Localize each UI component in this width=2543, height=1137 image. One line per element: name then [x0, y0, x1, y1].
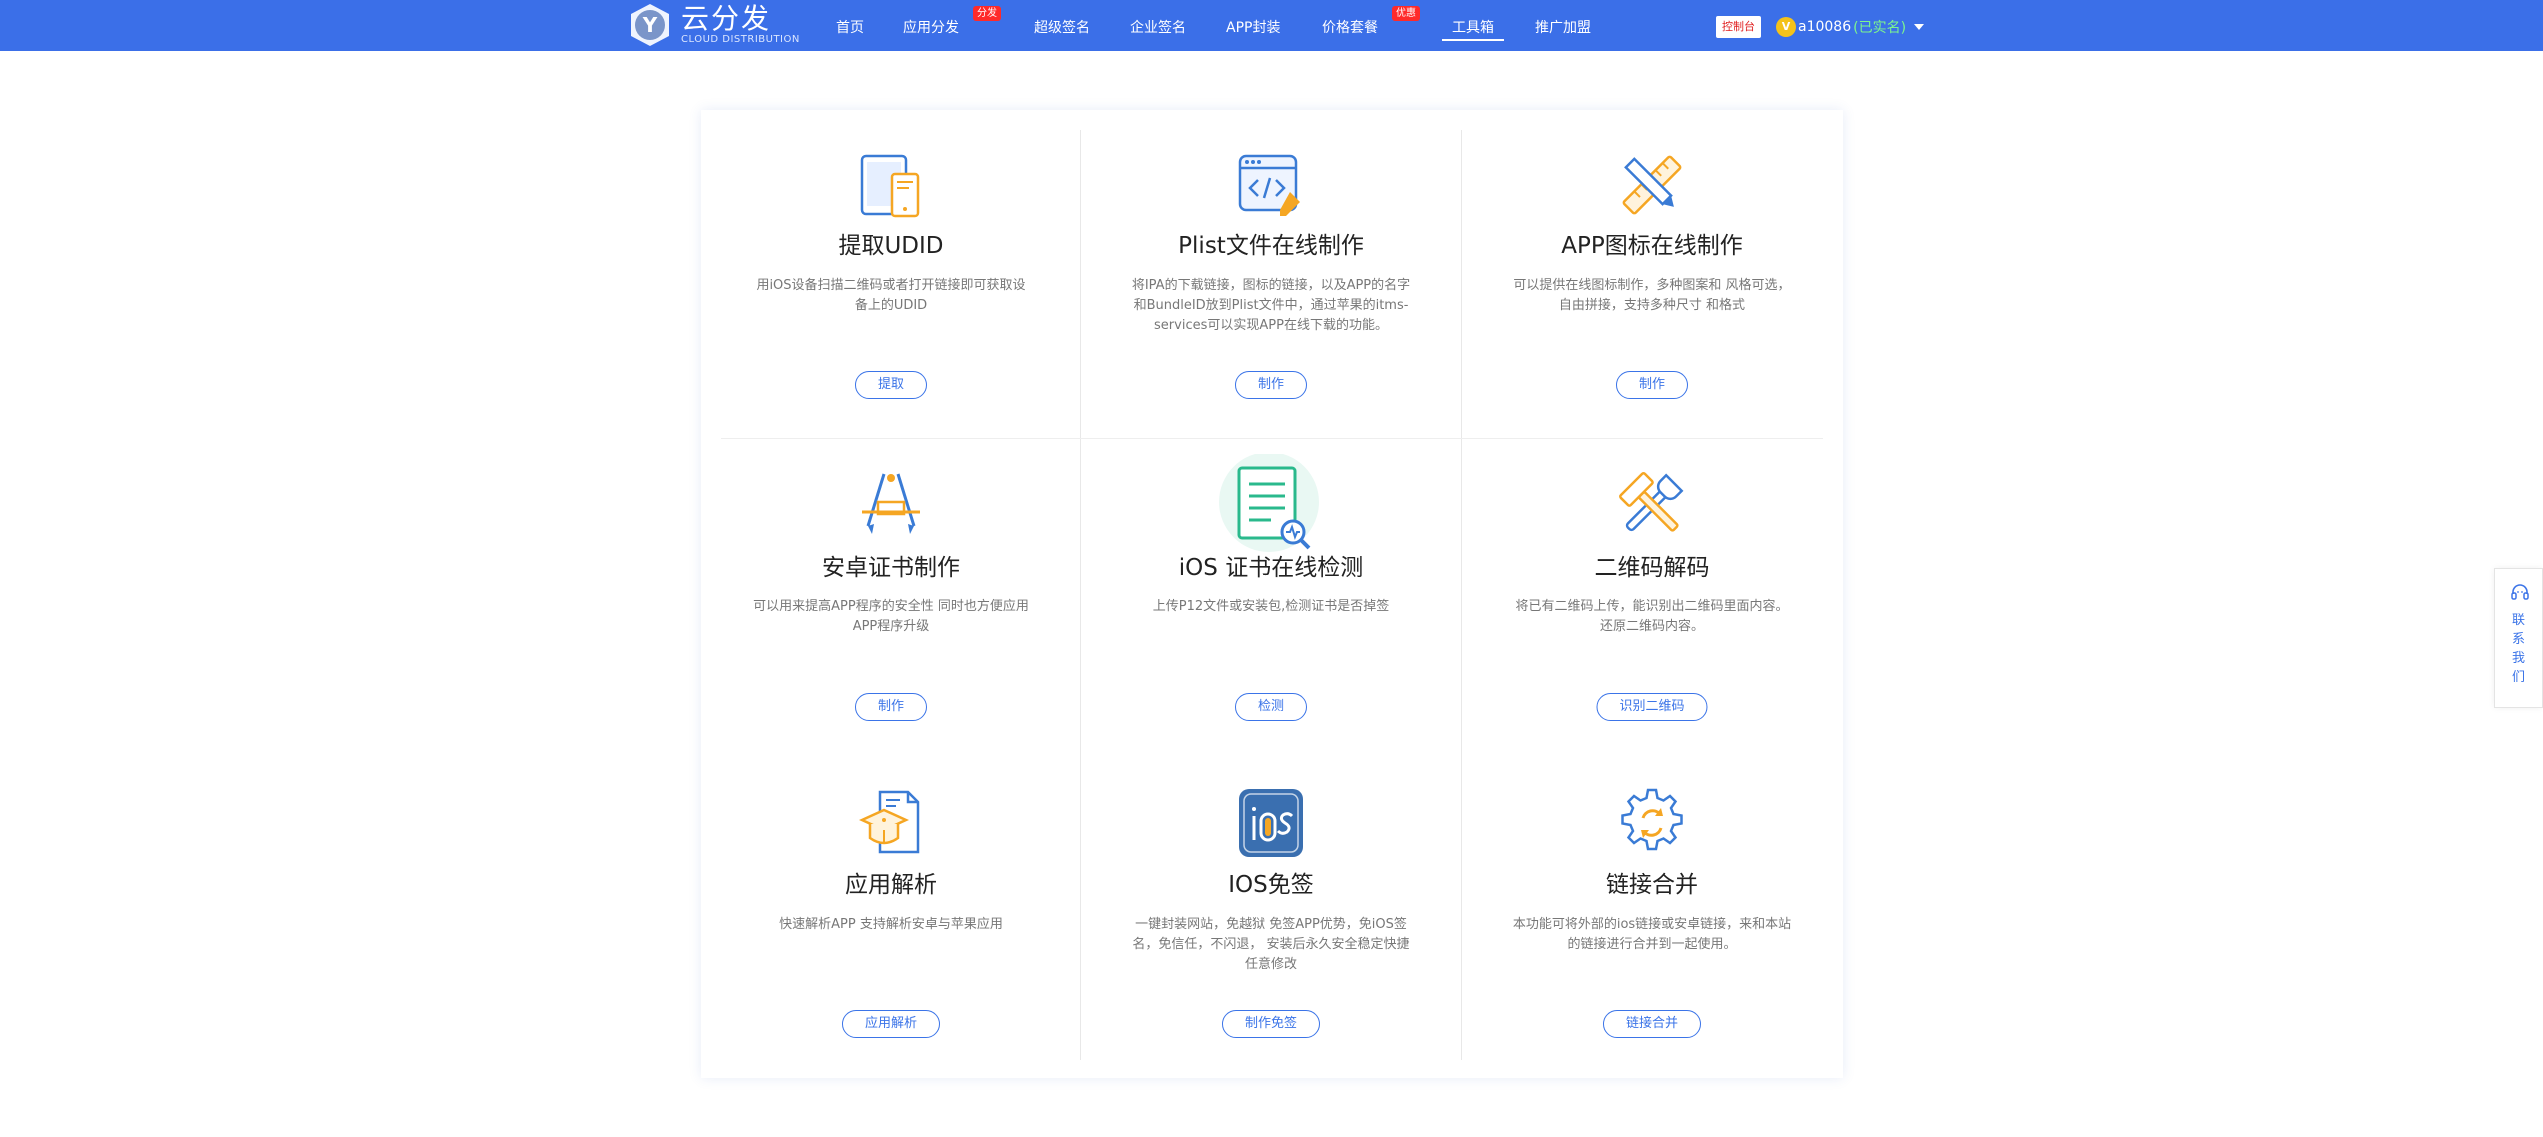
top-navigation-bar: Y 云分发 CLOUD DISTRIBUTION 首页 应用分发 分发 超级签名… [0, 0, 2543, 51]
nav-item-app-distribution[interactable]: 应用分发 [903, 0, 959, 51]
vip-badge-icon: V [1776, 17, 1796, 37]
logo-text: 云分发 CLOUD DISTRIBUTION [681, 4, 800, 46]
user-menu[interactable]: V a10086 (已实名) [1776, 16, 1925, 38]
merge-link-button[interactable]: 链接合并 [1602, 1010, 1702, 1038]
tool-card-udid: 提取UDID 用iOS设备扫描二维码或者打开链接即可获取设备上的UDID 提取 [701, 110, 1081, 428]
nav-item-toolbox[interactable]: 工具箱 [1442, 0, 1504, 51]
make-android-cert-button[interactable]: 制作 [854, 693, 928, 721]
tool-title: 提取UDID [838, 233, 944, 259]
tool-description: 将IPA的下载链接，图标的链接，以及APP的名字和BundleID放到Plist… [1131, 278, 1411, 333]
make-icon-button[interactable]: 制作 [1615, 371, 1689, 399]
tool-title: 二维码解码 [1594, 555, 1710, 581]
tool-title: APP图标在线制作 [1561, 233, 1743, 259]
username: a10086 [1798, 19, 1852, 35]
nav-item-home[interactable]: 首页 [836, 0, 864, 51]
logo-hexagon-icon: Y [631, 4, 669, 46]
brand-subtitle: CLOUD DISTRIBUTION [681, 34, 800, 45]
tool-description: 上传P12文件或安装包,检测证书是否掉签 [1152, 599, 1390, 614]
tool-description: 可以提供在线图标制作，多种图案和 风格可选，自由拼接，支持多种尺寸 和格式 [1513, 278, 1791, 313]
tool-card-plist: Plist文件在线制作 将IPA的下载链接，图标的链接，以及APP的名字和Bun… [1081, 110, 1461, 428]
tool-description: 可以用来提高APP程序的安全性 同时也方便应用APP程序升级 [753, 599, 1029, 634]
tool-description: 本功能可将外部的ios链接或安卓链接，来和本站的链接进行合并到一起使用。 [1512, 917, 1792, 952]
chevron-down-icon [1914, 24, 1925, 30]
brand-name: 云分发 [681, 2, 772, 35]
tool-card-app-icon: APP图标在线制作 可以提供在线图标制作，多种图案和 风格可选，自由拼接，支持多… [1462, 110, 1842, 428]
make-unsigned-button[interactable]: 制作免签 [1221, 1010, 1321, 1038]
tool-title: 链接合并 [1606, 872, 1698, 898]
active-tab-underline [1442, 39, 1504, 41]
check-cert-button[interactable]: 检测 [1234, 693, 1308, 721]
wrench-hammer-icon [1619, 472, 1684, 532]
tool-card-link-merge: 链接合并 本功能可将外部的ios链接或安卓链接，来和本站的链接进行合并到一起使用… [1462, 760, 1842, 1078]
tool-card-android-cert: 安卓证书制作 可以用来提高APP程序的安全性 同时也方便应用APP程序升级 制作 [701, 440, 1081, 758]
nav-item-super-sign[interactable]: 超级签名 [1034, 0, 1090, 51]
nav-item-enterprise-sign[interactable]: 企业签名 [1130, 0, 1186, 51]
console-button[interactable]: 控制台 [1716, 16, 1761, 38]
gear-sync-icon [1621, 788, 1683, 851]
tool-card-ios-unsigned: IOS免签 一键封装网站，免越狱 免签APP优势，免iOS签名，免信任，不闪退，… [1081, 760, 1461, 1078]
tool-description: 快速解析APP 支持解析安卓与苹果应用 [779, 917, 1003, 932]
tool-title: 安卓证书制作 [822, 555, 960, 581]
contact-us-tab[interactable]: 联系我们 [2494, 568, 2543, 708]
make-plist-button[interactable]: 制作 [1234, 371, 1308, 399]
extract-udid-button[interactable]: 提取 [854, 371, 928, 399]
phone-tablet-icon [860, 154, 920, 218]
tool-card-ios-cert-check: iOS 证书在线检测 上传P12文件或安装包,检测证书是否掉签 检测 [1081, 440, 1461, 758]
code-window-icon [1238, 154, 1300, 216]
verified-status: (已实名) [1853, 20, 1907, 36]
tool-title: 应用解析 [845, 872, 937, 898]
headset-icon [2511, 584, 2529, 600]
tool-description: 一键封装网站，免越狱 免签APP优势，免iOS签名，免信任，不闪退， 安装后永久… [1132, 917, 1410, 972]
nav-item-pricing[interactable]: 价格套餐 [1322, 0, 1378, 51]
tool-card-app-parse: 应用解析 快速解析APP 支持解析安卓与苹果应用 应用解析 [701, 760, 1081, 1078]
brand-logo[interactable]: Y 云分发 CLOUD DISTRIBUTION [627, 1, 800, 49]
decode-qr-button[interactable]: 识别二维码 [1596, 693, 1708, 721]
divider [721, 438, 1823, 439]
document-search-icon [1219, 454, 1319, 552]
tool-description: 用iOS设备扫描二维码或者打开链接即可获取设备上的UDID [756, 278, 1026, 313]
nav-item-app-wrap[interactable]: APP封装 [1226, 0, 1280, 51]
tool-description: 将已有二维码上传，能识别出二维码里面内容。 还原二维码内容。 [1515, 599, 1789, 634]
badge-discount: 优惠 [1392, 6, 1420, 21]
graduation-cap-icon [858, 790, 920, 854]
tool-title: Plist文件在线制作 [1178, 233, 1364, 259]
app-store-icon [862, 473, 920, 534]
contact-us-label: 联系我们 [2511, 613, 2525, 685]
parse-app-button[interactable]: 应用解析 [841, 1010, 941, 1038]
pencil-ruler-icon [1622, 155, 1682, 215]
nav-item-partner[interactable]: 推广加盟 [1535, 0, 1591, 51]
toolbox-panel: 提取UDID 用iOS设备扫描二维码或者打开链接即可获取设备上的UDID 提取 … [701, 110, 1843, 1078]
tool-title: IOS免签 [1228, 872, 1314, 898]
tool-title: iOS 证书在线检测 [1178, 555, 1364, 581]
ios-badge-icon [1239, 789, 1303, 857]
logo-letter: Y [642, 13, 658, 37]
tool-card-qr-decode: 二维码解码 将已有二维码上传，能识别出二维码里面内容。 还原二维码内容。 识别二… [1462, 440, 1842, 758]
badge-distribution: 分发 [973, 6, 1001, 21]
